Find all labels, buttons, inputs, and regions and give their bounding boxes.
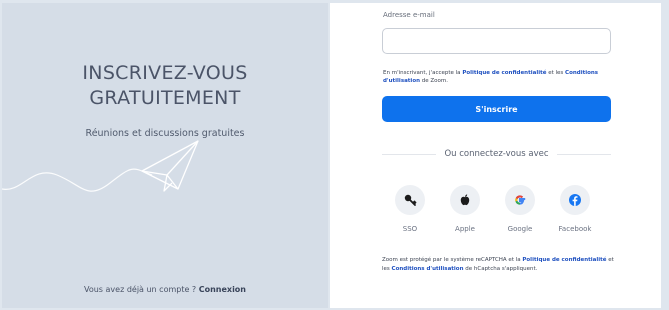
- email-field[interactable]: [382, 28, 611, 54]
- captcha-prefix: Zoom est protégé par le système reCAPTCH…: [382, 257, 523, 263]
- login-prompt: Vous avez déjà un compte ? Connexion: [2, 285, 328, 294]
- facebook-login-button[interactable]: Facebook: [555, 185, 595, 233]
- social-divider: Ou connectez-vous avec: [382, 149, 611, 159]
- paper-plane-illustration: [2, 140, 199, 192]
- divider-text: Ou connectez-vous avec: [444, 149, 549, 159]
- signup-heading: INSCRIVEZ-VOUS GRATUITEMENT: [2, 61, 328, 111]
- google-login-button[interactable]: Google: [500, 185, 540, 233]
- signup-button[interactable]: S'inscrire: [382, 96, 611, 122]
- divider-line-right: [556, 153, 611, 155]
- google-label: Google: [507, 225, 533, 233]
- social-login-list: SSO Apple Google Facebook: [390, 185, 610, 235]
- facebook-label: Facebook: [558, 225, 592, 233]
- terms-notice: En m'inscrivant, j'accepte la Politique …: [383, 69, 613, 85]
- apple-icon: [450, 185, 480, 215]
- terms-prefix: En m'inscrivant, j'accepte la: [383, 70, 463, 76]
- terms-suffix: de Zoom.: [420, 78, 448, 84]
- heading-line-1: INSCRIVEZ-VOUS: [82, 62, 248, 84]
- captcha-privacy-link[interactable]: Politique de confidentialité: [522, 257, 606, 263]
- email-label: Adresse e-mail: [383, 11, 435, 19]
- divider-line-left: [382, 153, 437, 155]
- login-prompt-text: Vous avez déjà un compte ?: [83, 285, 199, 294]
- signup-form-panel: Adresse e-mail En m'inscrivant, j'accept…: [330, 3, 661, 308]
- terms-and: et les: [546, 70, 566, 76]
- google-icon: [505, 185, 535, 215]
- promo-panel: INSCRIVEZ-VOUS GRATUITEMENT Réunions et …: [2, 3, 328, 308]
- sso-label: SSO: [402, 225, 418, 233]
- privacy-policy-link[interactable]: Politique de confidentialité: [462, 70, 546, 76]
- captcha-terms-link[interactable]: Conditions d'utilisation: [392, 266, 464, 272]
- apple-label: Apple: [455, 225, 475, 233]
- key-icon: [395, 185, 425, 215]
- login-link[interactable]: Connexion: [199, 285, 246, 294]
- captcha-notice: Zoom est protégé par le système reCAPTCH…: [382, 256, 617, 274]
- sso-login-button[interactable]: SSO: [390, 185, 430, 233]
- apple-login-button[interactable]: Apple: [445, 185, 485, 233]
- captcha-suffix: de hCaptcha s'appliquent.: [463, 266, 538, 272]
- facebook-icon: [560, 185, 590, 215]
- heading-line-2: GRATUITEMENT: [89, 87, 241, 109]
